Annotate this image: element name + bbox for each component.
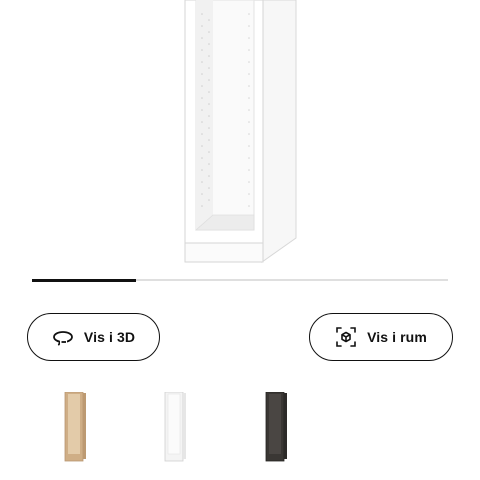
rotate-3d-icon [52,326,74,348]
black-brown-wardrobe-frame-icon [265,392,287,462]
carousel-progress-indicator [32,278,136,282]
variant-thumbnail-oak[interactable] [43,392,107,480]
view-3d-button[interactable]: Vis i 3D [27,313,160,361]
wardrobe-frame-illustration [184,0,297,263]
view-3d-label: Vis i 3D [83,329,136,345]
variant-thumbnail-black-brown[interactable] [244,392,308,480]
view-in-room-icon [335,326,357,348]
view-in-room-label: Vis i rum [367,329,427,345]
view-in-room-button[interactable]: Vis i rum [309,313,453,361]
carousel-progress-track[interactable] [32,278,448,282]
variant-thumbnail-white[interactable] [143,392,207,480]
white-wardrobe-frame-icon [164,392,186,462]
product-image[interactable] [0,0,480,270]
product-page: Vis i 3D Vis i rum [0,0,480,480]
oak-wardrobe-frame-icon [64,392,86,462]
